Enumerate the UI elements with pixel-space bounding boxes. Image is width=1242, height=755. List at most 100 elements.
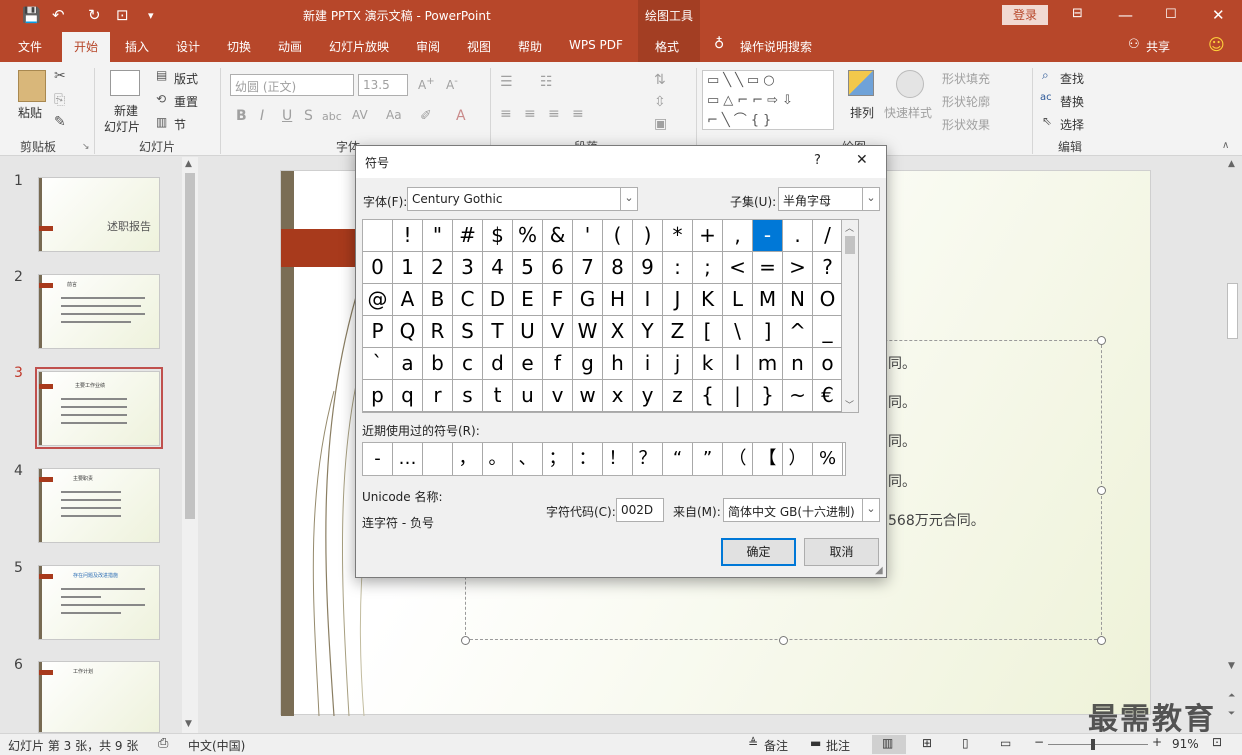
recent-symbol-cell[interactable]: ： [573,443,603,475]
comments-button[interactable]: 批注 [826,737,850,754]
symbol-cell[interactable]: < [723,252,753,284]
symbol-cell[interactable]: s [453,380,483,412]
replace-icon[interactable]: ac [1040,92,1052,103]
symbol-cell[interactable]: % [513,220,543,252]
share-icon[interactable]: ⚇ [1128,37,1140,52]
shape-outline-button[interactable]: 形状轮廓 [942,93,990,110]
change-case-icon[interactable]: Aa [386,108,402,122]
font-size-combo[interactable]: 13.5 [358,74,408,96]
symbol-cell[interactable]: Z [663,316,693,348]
smartart-icon[interactable]: ▣ [654,116,667,132]
scroll-down-icon[interactable]: ﹀ [845,398,854,411]
share-button[interactable]: 共享 [1146,38,1170,55]
symbol-cell[interactable]: b [423,348,453,380]
symbol-cell[interactable]: H [603,284,633,316]
slide-thumbnail-2[interactable]: 前言 [38,274,160,349]
shrink-font-icon[interactable]: A- [446,76,458,92]
text-direction-icon[interactable]: ⇅ [654,72,666,88]
symbol-cell[interactable]: ~ [783,380,813,412]
tab-help[interactable]: 帮助 [518,38,542,55]
font-name-combo[interactable]: 幼圆 (正文) [230,74,354,96]
comments-icon[interactable]: ▬ [810,736,821,750]
symbol-cell[interactable]: ^ [783,316,813,348]
symbol-cell[interactable]: q [393,380,423,412]
symbol-cell[interactable]: > [783,252,813,284]
symbol-cell[interactable]: a [393,348,423,380]
tab-slideshow[interactable]: 幻灯片放映 [329,38,389,55]
zoom-slider-thumb[interactable] [1091,739,1095,750]
symbol-cell[interactable]: - [753,220,783,252]
symbol-cell[interactable]: ( [603,220,633,252]
justify-icon[interactable]: ≡ [572,106,584,122]
recent-symbol-cell[interactable]: % [813,443,843,475]
scroll-up-icon[interactable]: ▲ [1228,159,1235,169]
fit-slide-icon[interactable]: ⊡ [1212,735,1222,749]
symbol-cell[interactable]: , [723,220,753,252]
quick-styles-button[interactable]: 快速样式 [884,104,932,121]
symbol-cell[interactable]: [ [693,316,723,348]
thumb-scrollbar[interactable]: ▲ ▼ [182,157,198,733]
ok-button[interactable]: 确定 [721,538,796,566]
symbol-cell[interactable]: ; [693,252,723,284]
language-indicator[interactable]: 中文(中国) [188,737,245,754]
collapse-ribbon-icon[interactable]: ∧ [1222,140,1229,151]
smiley-icon[interactable]: ☺ [1208,35,1225,54]
symbol-cell[interactable]: n [783,348,813,380]
symbol-cell[interactable]: _ [813,316,843,348]
symbol-cell[interactable]: U [513,316,543,348]
resize-handle[interactable] [779,636,788,645]
cancel-button[interactable]: 取消 [804,538,879,566]
symbol-cell[interactable]: | [723,380,753,412]
spellcheck-icon[interactable]: ⎙ [158,736,168,751]
symbol-cell[interactable]: u [513,380,543,412]
next-slide-icon[interactable]: ⏷ [1228,709,1235,719]
resize-handle[interactable] [1097,486,1106,495]
reset-icon[interactable]: ⟲ [156,92,166,106]
paste-icon[interactable] [18,70,46,102]
tab-insert[interactable]: 插入 [125,38,149,55]
symbol-cell[interactable]: y [633,380,663,412]
symbol-cell[interactable]: v [543,380,573,412]
cut-icon[interactable]: ✂ [54,68,66,84]
section-button[interactable]: 节 [174,116,186,133]
symbol-cell[interactable]: G [573,284,603,316]
resize-grip-icon[interactable]: ◢ [875,565,883,576]
bullets-icon[interactable]: ☰ [500,74,513,90]
recent-symbol-cell[interactable]: （ [723,443,753,475]
select-button[interactable]: 选择 [1060,116,1084,133]
replace-button[interactable]: 替换 [1060,93,1084,110]
new-slide-icon[interactable] [110,70,140,96]
undo-icon[interactable]: ↶ [52,6,65,24]
symbol-cell[interactable]: 8 [603,252,633,284]
ribbon-display-icon[interactable]: ⊟ [1072,6,1083,21]
symbol-cell[interactable]: 7 [573,252,603,284]
underline-icon[interactable]: U [282,108,292,124]
symbol-cell[interactable]: r [423,380,453,412]
symbol-cell[interactable]: T [483,316,513,348]
strikethrough-icon[interactable]: abc [322,110,342,123]
tab-review[interactable]: 审阅 [416,38,440,55]
scroll-up-icon[interactable]: ︿ [845,221,854,234]
reading-view-icon[interactable]: ▯ [962,736,969,750]
slideshow-icon[interactable]: ▭ [1000,736,1011,750]
symbol-cell[interactable]: W [573,316,603,348]
symbol-cell[interactable]: i [633,348,663,380]
symbol-cell[interactable]: j [663,348,693,380]
recent-symbol-cell[interactable]: … [393,443,423,475]
spacing-icon[interactable]: AV [352,108,368,122]
symbol-cell[interactable]: E [513,284,543,316]
recent-symbol-cell[interactable]: ） [783,443,813,475]
symbol-cell[interactable]: Y [633,316,663,348]
symbol-cell[interactable]: I [633,284,663,316]
symbol-cell[interactable]: e [513,348,543,380]
zoom-slider[interactable] [1048,744,1148,745]
italic-icon[interactable]: I [260,108,264,124]
symbol-cell[interactable] [363,220,393,252]
shape-effects-button[interactable]: 形状效果 [942,116,990,133]
paste-button[interactable]: 粘贴 [18,104,42,121]
layout-button[interactable]: 版式 [174,70,198,87]
slide-scrollbar[interactable]: ▲ ▼ ⏶ ⏷ [1224,157,1242,733]
symbol-cell[interactable]: D [483,284,513,316]
shapes-gallery[interactable]: ▭╲╲▭○ ▭△⌐⌐⇨⇩ ⌐╲⌒{} [702,70,834,130]
notes-icon[interactable]: ≜ [748,736,758,750]
